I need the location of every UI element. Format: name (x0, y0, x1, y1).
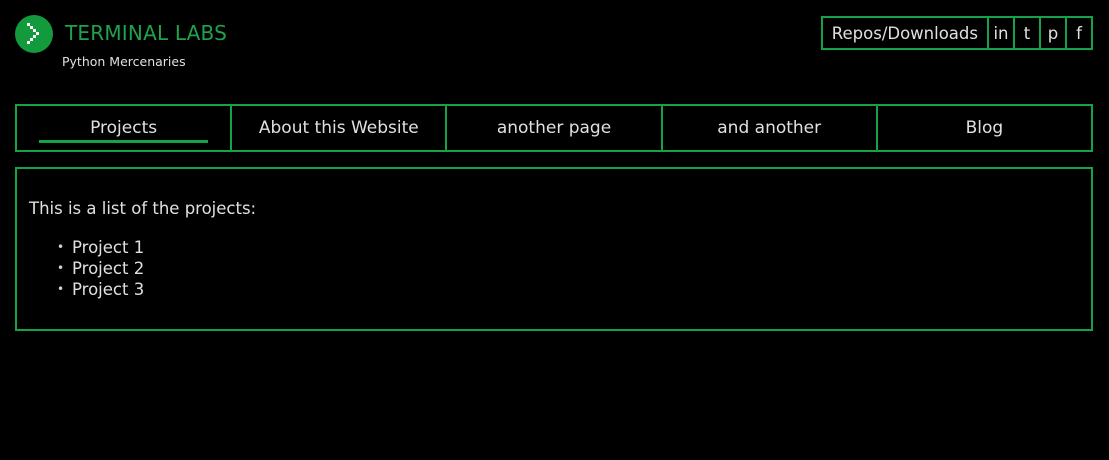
tab-and-another[interactable]: and another (660, 104, 878, 152)
main-nav: Projects About this Website another page… (15, 104, 1094, 152)
top-links: Repos/Downloads in t p f (820, 16, 1093, 50)
intro-text: This is a list of the projects: (29, 199, 257, 218)
twitter-link[interactable]: t (1013, 18, 1039, 48)
page: TERMINAL LABS Python Mercenaries Repos/D… (0, 0, 1109, 460)
list-item: • Project 2 (57, 258, 145, 279)
project-name: Project 3 (72, 280, 145, 299)
active-tab-indicator (39, 140, 209, 143)
project-name: Project 2 (72, 259, 145, 278)
tab-projects[interactable]: Projects (15, 104, 233, 152)
tab-another-page[interactable]: another page (445, 104, 663, 152)
tab-about-this-website[interactable]: About this Website (230, 104, 448, 152)
bullet-icon: • (57, 261, 65, 275)
tab-label: another page (496, 118, 612, 138)
pinterest-link[interactable]: p (1039, 18, 1065, 48)
bullet-icon: • (57, 240, 65, 254)
brand-subtitle: Python Mercenaries (62, 54, 186, 69)
tab-label: About this Website (258, 118, 419, 138)
linkedin-link[interactable]: in (987, 18, 1013, 48)
project-list: • Project 1 • Project 2 • Project 3 (57, 237, 145, 300)
list-item: • Project 3 (57, 279, 145, 300)
tab-label: Projects (90, 118, 158, 138)
tab-label: Blog (965, 118, 1004, 138)
bullet-icon: • (57, 282, 65, 296)
facebook-link[interactable]: f (1065, 18, 1091, 48)
content-panel: This is a list of the projects: • Project… (15, 167, 1093, 331)
list-item: • Project 1 (57, 237, 145, 258)
tab-label: and another (717, 118, 822, 138)
logo-icon[interactable] (15, 15, 53, 53)
tab-blog[interactable]: Blog (875, 104, 1094, 152)
repos-downloads-link[interactable]: Repos/Downloads (823, 18, 987, 48)
brand-title[interactable]: TERMINAL LABS (65, 21, 227, 45)
project-name: Project 1 (72, 238, 145, 257)
